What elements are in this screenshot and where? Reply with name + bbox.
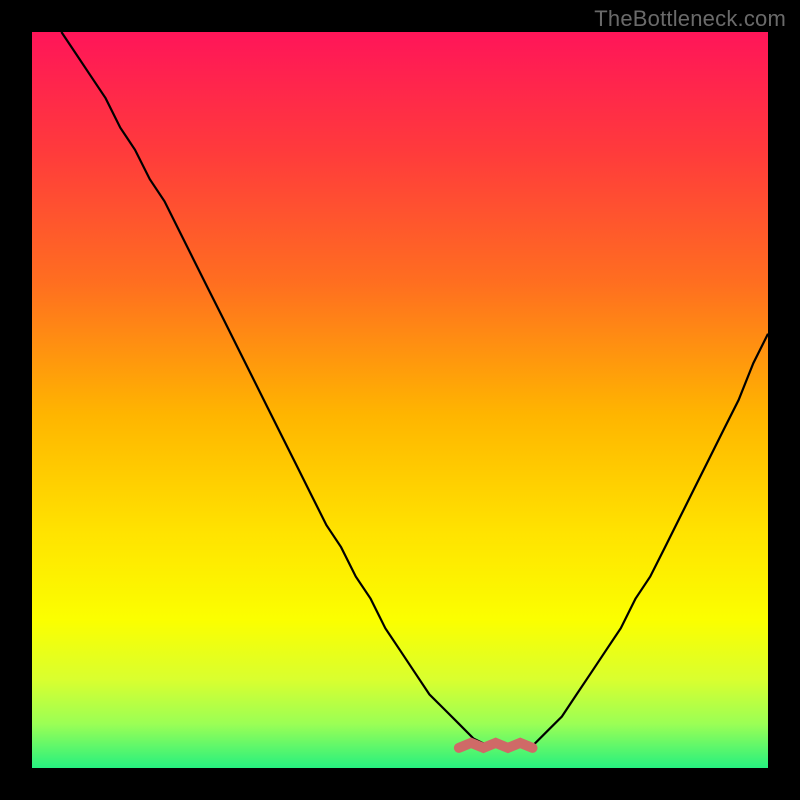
trough-marker <box>459 743 533 748</box>
chart-frame: TheBottleneck.com <box>0 0 800 800</box>
bottleneck-curve <box>32 32 768 768</box>
curve-line <box>61 32 768 746</box>
watermark-text: TheBottleneck.com <box>594 6 786 32</box>
plot-area <box>32 32 768 768</box>
